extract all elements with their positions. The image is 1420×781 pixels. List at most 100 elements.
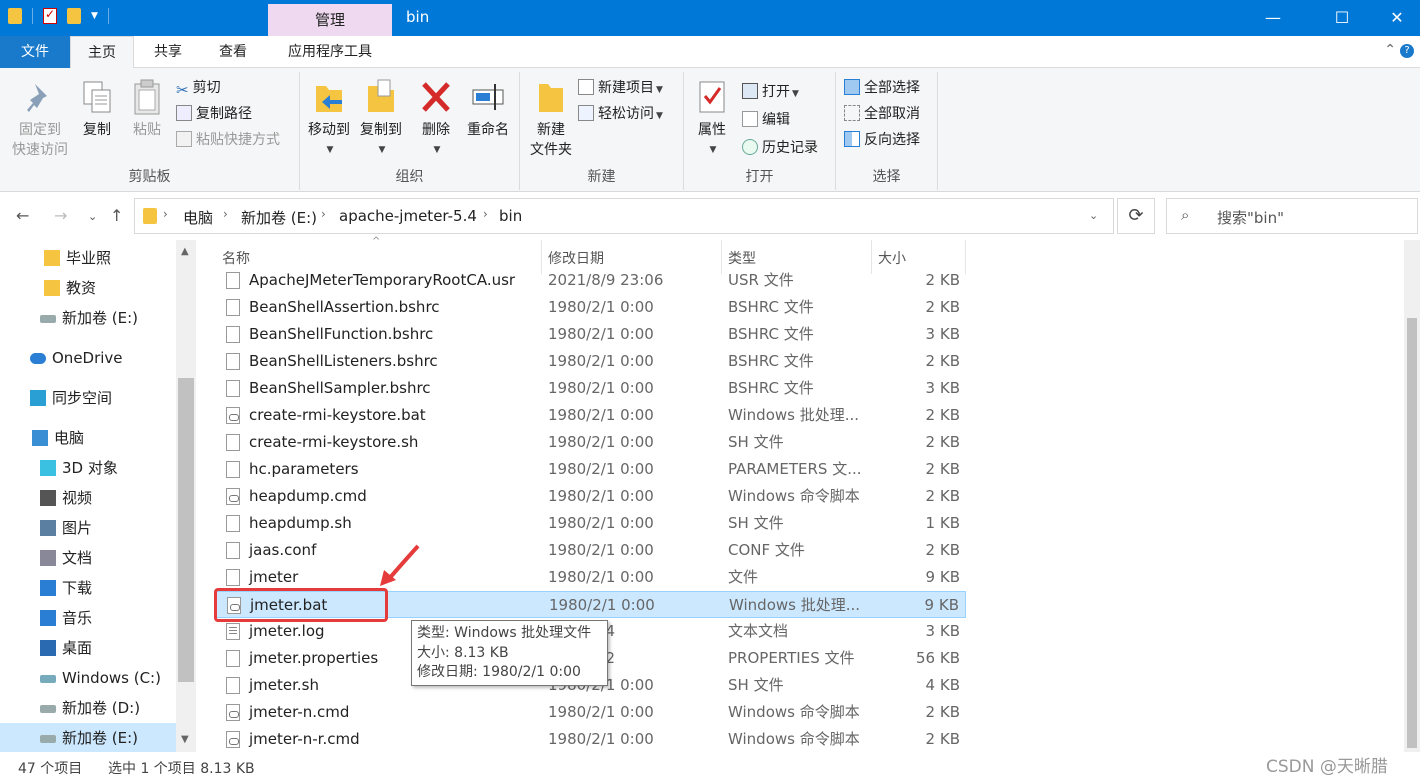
file-date: 1980/2/1 0:00: [549, 596, 655, 614]
paste-shortcut-icon: [176, 131, 192, 147]
search-input[interactable]: ⌕ 搜索"bin": [1166, 198, 1418, 234]
close-button[interactable]: ✕: [1374, 0, 1420, 36]
move-to-button[interactable]: 移动到 ▼: [304, 76, 354, 160]
tooltip-type: 类型: Windows 批处理文件: [417, 625, 592, 641]
nav-item[interactable]: 教资: [0, 273, 176, 303]
tab-share[interactable]: 共享: [138, 36, 198, 68]
nav-item[interactable]: 图片: [0, 513, 176, 543]
nav-item[interactable]: 毕业照: [0, 243, 176, 273]
maximize-button[interactable]: ☐: [1319, 0, 1365, 36]
file-name: BeanShellSampler.bshrc: [249, 379, 431, 397]
scroll-up-icon[interactable]: ▲: [181, 246, 189, 257]
file-row[interactable]: heapdump.cmd 1980/2/1 0:00 Windows 命令脚本 2 K…: [216, 483, 966, 510]
chevron-right-icon[interactable]: ›: [163, 207, 168, 221]
nav-item[interactable]: 音乐: [0, 603, 176, 633]
nav-item[interactable]: 桌面: [0, 633, 176, 663]
chevron-right-icon[interactable]: ›: [321, 207, 326, 221]
chevron-down-icon[interactable]: ⌄: [1089, 209, 1098, 222]
nav-item[interactable]: 新加卷 (E:): [0, 723, 176, 753]
recent-locations-icon[interactable]: ⌄: [88, 210, 97, 223]
file-type: PARAMETERS 文...: [728, 460, 862, 478]
file-row[interactable]: heapdump.sh 1980/2/1 0:00 SH 文件 1 KB: [216, 510, 966, 537]
open-button[interactable]: 打开 ▼: [742, 80, 799, 104]
chevron-right-icon[interactable]: ›: [483, 207, 488, 221]
scroll-down-icon[interactable]: ▼: [181, 734, 189, 745]
rename-button[interactable]: 重命名: [462, 76, 514, 140]
minimize-button[interactable]: —: [1250, 0, 1296, 36]
chevron-down-icon: ▼: [378, 145, 386, 155]
properties-button[interactable]: 属性 ▼: [690, 76, 734, 160]
annotation-arrow: [380, 544, 420, 586]
nav-item[interactable]: Windows (C:): [0, 663, 176, 693]
nav-scrollbar-thumb[interactable]: [178, 378, 194, 682]
breadcrumb-bin[interactable]: bin: [499, 207, 522, 225]
edit-button[interactable]: 编辑: [742, 108, 790, 132]
select-none-button[interactable]: 全部取消: [844, 102, 920, 126]
help-icon[interactable]: ?: [1400, 44, 1414, 58]
file-row[interactable]: jmeter 1980/2/1 0:00 文件 9 KB: [216, 564, 966, 591]
forward-icon[interactable]: →: [54, 206, 67, 225]
copy-button[interactable]: 复制: [78, 76, 116, 140]
nav-item[interactable]: 新加卷 (D:): [0, 693, 176, 723]
back-icon[interactable]: ←: [16, 206, 29, 225]
file-row[interactable]: create-rmi-keystore.bat 1980/2/1 0:00 Wind…: [216, 402, 966, 429]
file-date: 1980/2/1 0:00: [548, 325, 654, 343]
paste-button[interactable]: 粘贴: [128, 76, 166, 140]
breadcrumb-drive-e[interactable]: 新加卷 (E:): [241, 207, 317, 228]
file-row[interactable]: BeanShellAssertion.bshrc 1980/2/1 0:00 BSH…: [216, 294, 966, 321]
file-list-scrollbar-thumb[interactable]: [1407, 318, 1417, 748]
nav-item-label: 教资: [66, 279, 97, 297]
file-row[interactable]: hc.parameters 1980/2/1 0:00 PARAMETERS 文..…: [216, 456, 966, 483]
nav-item[interactable]: 3D 对象: [0, 453, 176, 483]
refresh-button[interactable]: ⟳: [1117, 198, 1155, 234]
pin-quick-access-button[interactable]: 固定到 快速访问: [6, 76, 74, 160]
nav-item[interactable]: 文档: [0, 543, 176, 573]
paste-icon: [130, 78, 164, 116]
invert-selection-button[interactable]: 反向选择: [844, 128, 920, 152]
delete-button[interactable]: 删除 ▼: [416, 76, 456, 160]
file-name: heapdump.cmd: [249, 487, 367, 505]
paste-shortcut-button[interactable]: 粘贴快捷方式: [176, 128, 280, 152]
history-button[interactable]: 历史记录: [742, 136, 818, 160]
chevron-right-icon[interactable]: ›: [223, 207, 228, 221]
nav-item[interactable]: 下载: [0, 573, 176, 603]
tab-manage[interactable]: 管理: [268, 4, 392, 36]
nav-item[interactable]: 电脑: [0, 423, 176, 453]
new-folder-icon[interactable]: [67, 8, 81, 24]
tab-view[interactable]: 查看: [203, 36, 263, 68]
collapse-ribbon-icon[interactable]: ⌃: [1384, 42, 1396, 58]
nav-item[interactable]: OneDrive: [0, 343, 176, 373]
new-item-button[interactable]: 新建项目 ▼: [578, 76, 663, 100]
file-row[interactable]: ApacheJMeterTemporaryRootCA.usr 2021/8/9 …: [216, 267, 966, 294]
breadcrumb-computer[interactable]: 电脑: [183, 207, 213, 228]
file-row[interactable]: BeanShellFunction.bshrc 1980/2/1 0:00 BSHR…: [216, 321, 966, 348]
search-icon: ⌕: [1181, 206, 1190, 224]
copy-path-button[interactable]: 复制路径: [176, 102, 252, 126]
chevron-down-icon: ▼: [709, 145, 717, 155]
tab-app-tools[interactable]: 应用程序工具: [270, 36, 390, 68]
nav-item[interactable]: 新加卷 (E:): [0, 303, 176, 333]
file-size: 2 KB: [925, 541, 960, 559]
easy-access-button[interactable]: 轻松访问 ▼: [578, 102, 663, 126]
nav-item-label: 桌面: [62, 639, 93, 657]
properties-icon[interactable]: [43, 7, 57, 24]
file-row[interactable]: BeanShellSampler.bshrc 1980/2/1 0:00 BSHRC…: [216, 375, 966, 402]
file-row[interactable]: BeanShellListeners.bshrc 1980/2/1 0:00 BSH…: [216, 348, 966, 375]
select-all-button[interactable]: 全部选择: [844, 76, 920, 100]
copy-to-button[interactable]: 复制到 ▼: [356, 76, 406, 160]
breadcrumb-apache-jmeter[interactable]: apache-jmeter-5.4: [339, 207, 477, 225]
file-type: 文本文档: [728, 622, 789, 640]
tab-home[interactable]: 主页: [70, 36, 134, 69]
up-icon[interactable]: ↑: [110, 206, 123, 225]
nav-item[interactable]: 同步空间: [0, 383, 176, 413]
tab-file[interactable]: 文件: [0, 36, 70, 68]
new-folder-button[interactable]: 新建 文件夹: [524, 76, 578, 160]
nav-item[interactable]: 视频: [0, 483, 176, 513]
file-row[interactable]: jaas.conf 1980/2/1 0:00 CONF 文件 2 KB: [216, 537, 966, 564]
customize-toolbar-icon[interactable]: ▼: [91, 11, 98, 21]
file-row[interactable]: create-rmi-keystore.sh 1980/2/1 0:00 SH 文件…: [216, 429, 966, 456]
file-row[interactable]: jmeter-n.cmd 1980/2/1 0:00 Windows 命令脚本 2 K…: [216, 699, 966, 726]
address-bar[interactable]: › 电脑 › 新加卷 (E:) › apache-jmeter-5.4 › bi…: [134, 198, 1114, 234]
cut-button[interactable]: ✂ 剪切: [176, 76, 221, 100]
file-row[interactable]: jmeter-n-r.cmd 1980/2/1 0:00 Windows 命令脚本 2…: [216, 726, 966, 753]
